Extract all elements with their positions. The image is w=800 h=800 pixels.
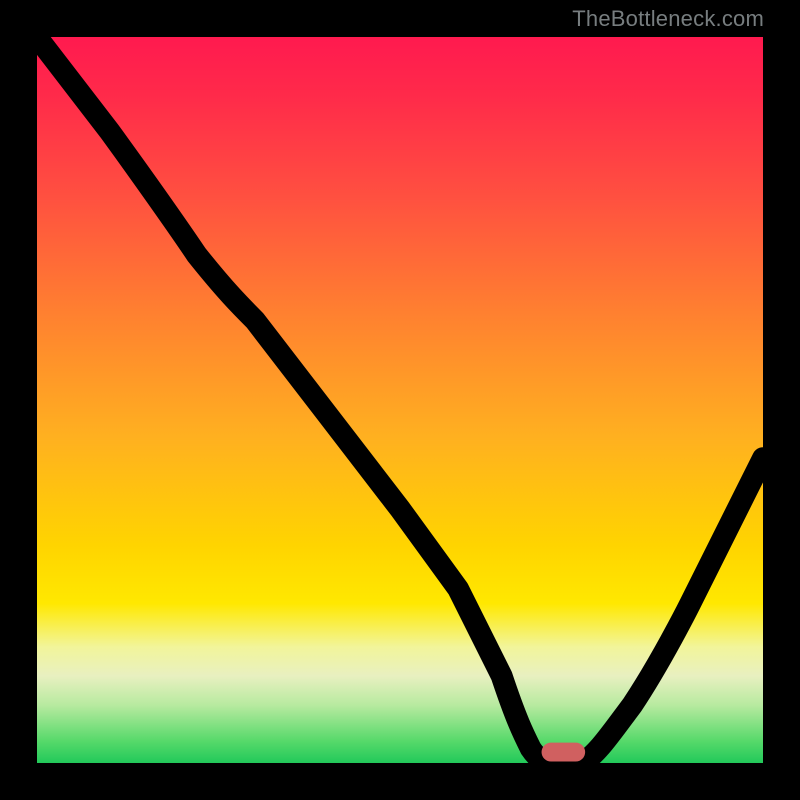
bottleneck-curve xyxy=(37,37,763,763)
chart-frame: TheBottleneck.com xyxy=(0,0,800,800)
plot-area xyxy=(35,35,765,765)
watermark-text: TheBottleneck.com xyxy=(572,6,764,32)
optimum-marker xyxy=(542,743,586,762)
curve-svg xyxy=(37,37,763,763)
